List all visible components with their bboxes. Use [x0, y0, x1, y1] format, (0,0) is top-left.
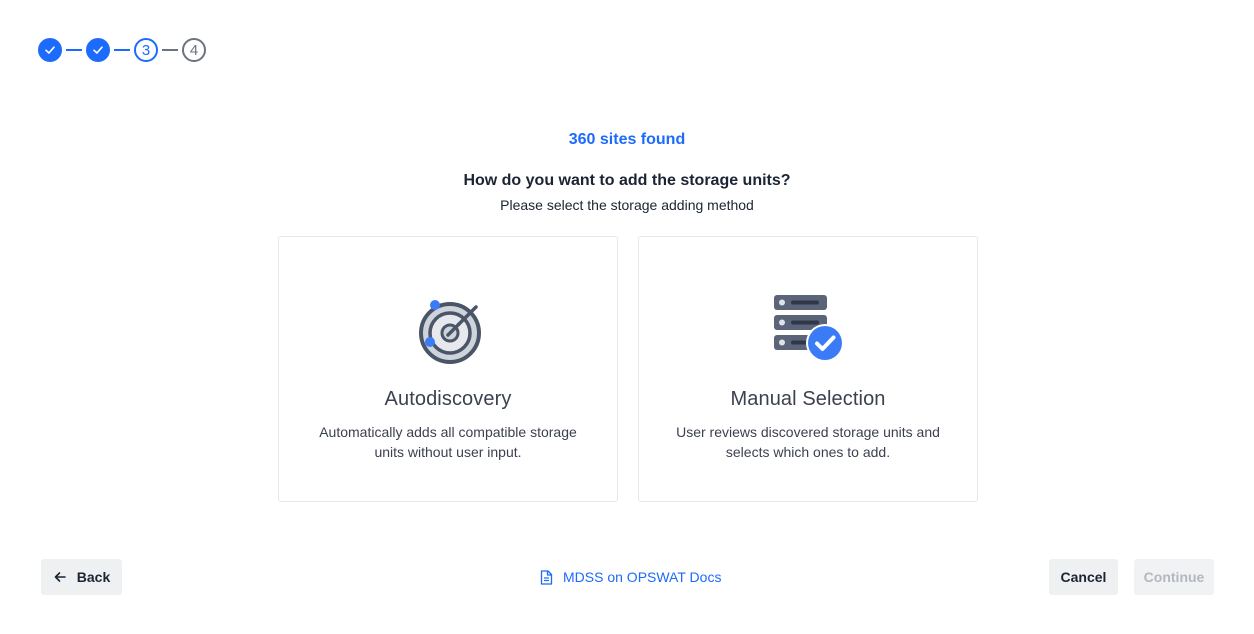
checkmark-icon — [93, 46, 103, 54]
sites-found-count: 360 sites found — [568, 131, 686, 148]
autodiscovery-option-card[interactable]: Autodiscovery Automatically adds all com… — [278, 236, 618, 502]
step-connector — [66, 49, 82, 51]
step-connector — [114, 49, 130, 51]
document-icon — [540, 569, 553, 585]
step-1-complete — [38, 38, 62, 62]
checkmark-icon — [45, 46, 55, 54]
cancel-button[interactable]: Cancel — [1049, 559, 1118, 595]
docs-link[interactable]: MDSS on OPSWAT Docs — [540, 568, 721, 586]
step-4-pending: 4 — [182, 38, 206, 62]
page-question: How do you want to add the storage units… — [463, 172, 791, 189]
arrow-left-icon — [54, 572, 66, 582]
page-subtitle: Please select the storage adding method — [500, 197, 754, 213]
docs-link-label: MDSS on OPSWAT Docs — [563, 569, 722, 585]
step-2-complete — [86, 38, 110, 62]
step-connector — [162, 49, 178, 51]
manual-selection-title: Manual Selection — [730, 388, 886, 410]
radar-icon — [410, 291, 486, 367]
autodiscovery-title: Autodiscovery — [384, 388, 512, 410]
step-3-current: 3 — [134, 38, 158, 62]
manual-selection-description: User reviews discovered storage units an… — [676, 424, 940, 460]
back-button[interactable]: Back — [41, 559, 122, 595]
progress-stepper: 3 4 — [38, 38, 206, 62]
continue-button[interactable]: Continue — [1134, 559, 1214, 595]
server-check-icon — [770, 291, 846, 367]
autodiscovery-description: Automatically adds all compatible storag… — [319, 424, 577, 460]
back-button-label: Back — [76, 569, 111, 585]
manual-selection-option-card[interactable]: Manual Selection User reviews discovered… — [638, 236, 978, 502]
